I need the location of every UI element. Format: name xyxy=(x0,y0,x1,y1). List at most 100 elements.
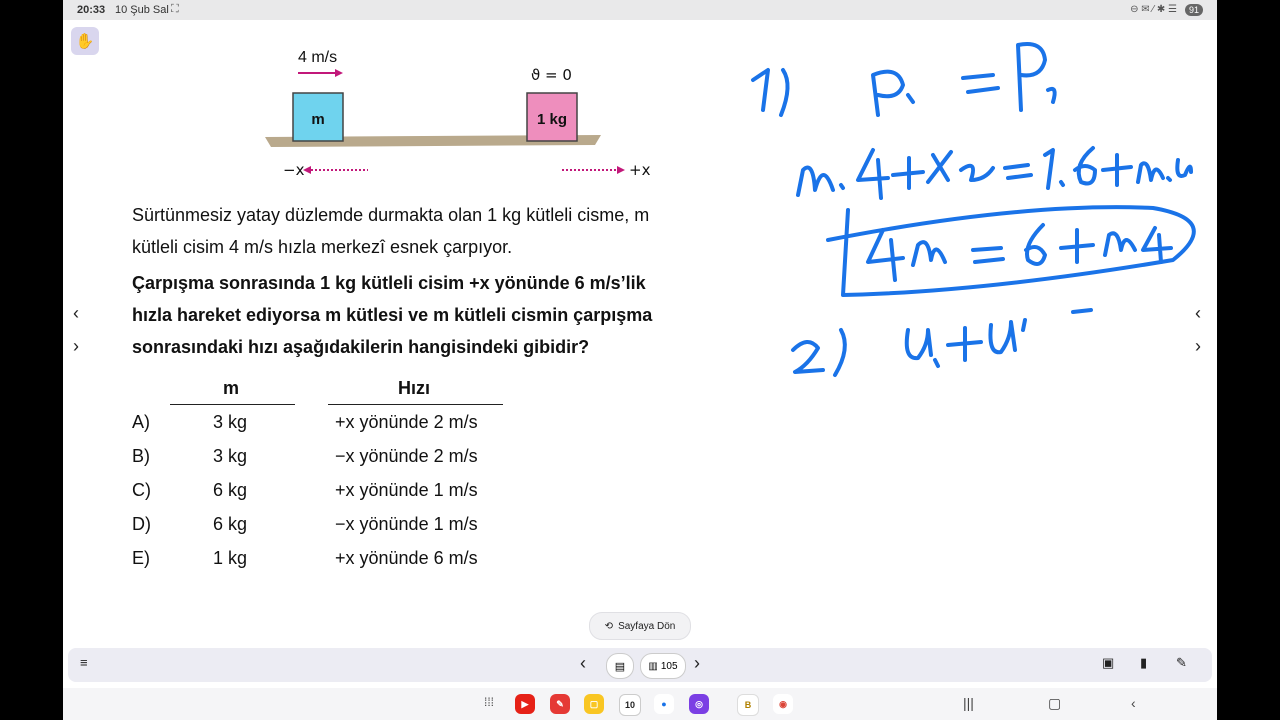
document-icon[interactable]: ▤ xyxy=(606,653,634,679)
block-m-label: m xyxy=(311,111,324,128)
ink-stroke xyxy=(871,69,905,117)
col-header-m: m xyxy=(223,378,240,398)
recents-icon[interactable]: ||| xyxy=(963,695,974,711)
next-left-arrow[interactable]: › xyxy=(73,336,79,357)
back-to-page-button[interactable]: ⟲ Sayfaya Dön xyxy=(589,612,691,640)
answer-option-e[interactable]: E) 1 kg +x yönünde 6 m/s xyxy=(132,548,582,578)
option-mass: 1 kg xyxy=(213,548,248,568)
ink-stroke xyxy=(1175,158,1193,178)
option-label: D) xyxy=(132,514,151,534)
ink-stroke xyxy=(1003,163,1033,180)
prev-page-button[interactable]: ‹ xyxy=(580,653,586,674)
ink-stroke xyxy=(1016,42,1047,112)
ink-stroke xyxy=(926,150,953,184)
prev-left-arrow[interactable]: ‹ xyxy=(73,303,79,324)
ink-stroke xyxy=(1101,153,1133,187)
page-number-button[interactable]: ▥ 105 xyxy=(640,653,686,679)
home-icon[interactable]: ▢ xyxy=(1048,695,1061,712)
book-app-icon[interactable]: B xyxy=(737,694,759,716)
answer-option-c[interactable]: C) 6 kg +x yönünde 1 m/s xyxy=(132,480,582,510)
calendar-icon[interactable]: 10 xyxy=(619,694,641,716)
block-1kg-label: 1 kg xyxy=(537,111,567,128)
question-line-bold: sonrasındaki hızı aşağıdakilerin hangisi… xyxy=(132,337,590,357)
ink-stroke xyxy=(971,246,1005,264)
ink-stroke xyxy=(891,156,925,190)
ink-stroke xyxy=(1103,231,1137,257)
ink-stroke xyxy=(966,86,1000,94)
ink-stroke xyxy=(1136,161,1165,184)
history-icon: ⟲ xyxy=(604,620,614,632)
back-icon[interactable]: ‹ xyxy=(1131,695,1136,711)
ink-stroke xyxy=(796,165,835,197)
hand-tool-button[interactable]: ✋ xyxy=(71,27,99,55)
question-text: Sürtünmesiz yatay düzlemde durmakta olan… xyxy=(132,199,732,363)
option-speed: −x yönünde 1 m/s xyxy=(335,514,478,534)
ink-stroke xyxy=(856,148,890,200)
ink-stroke xyxy=(961,73,995,80)
option-speed: +x yönünde 6 m/s xyxy=(335,548,478,568)
hand-icon: ✋ xyxy=(75,33,95,50)
answer-option-b[interactable]: B) 3 kg −x yönünde 2 m/s xyxy=(132,446,582,476)
ink-stroke xyxy=(779,68,790,117)
answer-option-d[interactable]: D) 6 kg −x yönünde 1 m/s xyxy=(132,514,582,544)
pos-x-label: +x xyxy=(629,161,651,179)
bottom-toolbar: ≡ ‹ ▤ ▥ 105 › ▣ ▮ ✎ xyxy=(68,648,1212,682)
option-mass: 3 kg xyxy=(213,412,248,432)
fullscreen-icon[interactable]: ⛶ xyxy=(171,3,179,16)
answer-option-a[interactable]: A) 3 kg +x yönünde 2 m/s xyxy=(132,412,582,442)
ink-stroke xyxy=(1046,86,1057,104)
ink-stroke xyxy=(751,68,770,112)
velocity-1kg-label: ϑ = 0 xyxy=(531,66,572,84)
notes-app-icon[interactable]: ✎ xyxy=(550,694,570,714)
option-mass: 6 kg xyxy=(213,514,248,534)
velocity-m-label: 4 m/s xyxy=(298,49,337,66)
question-line-bold: hızla hareket ediyorsa m kütlesi ve m kü… xyxy=(132,305,653,325)
status-icons: ⊖ ✉ ⁄ ✱ ☰ xyxy=(1130,4,1177,15)
youtube-icon[interactable]: ▶ xyxy=(515,694,535,714)
option-label: E) xyxy=(132,548,150,568)
ink-stroke xyxy=(833,328,847,377)
velocity-arrowhead xyxy=(335,69,343,77)
app-drawer-icon[interactable]: ⁞⁞⁞ xyxy=(484,695,494,709)
status-date: 10 Şub Sal xyxy=(115,4,169,16)
ink-stroke xyxy=(1071,308,1093,314)
ink-stroke xyxy=(988,320,1017,355)
next-page-button[interactable]: › xyxy=(694,653,700,674)
delete-icon[interactable]: ▮ xyxy=(1140,655,1147,671)
neg-x-label: −x xyxy=(283,161,305,179)
save-icon[interactable]: ▣ xyxy=(1102,655,1114,671)
header-rule xyxy=(170,404,295,405)
option-label: A) xyxy=(132,412,150,432)
messages-icon[interactable]: ● xyxy=(654,694,674,714)
ink-stroke xyxy=(906,93,915,104)
option-mass: 3 kg xyxy=(213,446,248,466)
page-number: 105 xyxy=(660,660,678,672)
ink-stroke xyxy=(946,326,983,362)
ink-stroke xyxy=(839,183,845,190)
ink-stroke xyxy=(904,328,933,361)
ink-stroke xyxy=(1059,180,1065,187)
status-bar: 20:33 10 Şub Sal ⛶ ⊖ ✉ ⁄ ✱ ☰ 91 xyxy=(63,0,1217,20)
menu-icon[interactable]: ≡ xyxy=(80,655,88,670)
ink-box xyxy=(826,205,1196,297)
battery-indicator: 91 xyxy=(1184,4,1203,16)
ink-stroke xyxy=(1043,148,1055,190)
browser-app-icon[interactable]: ◎ xyxy=(689,694,709,714)
pos-x-arrowhead xyxy=(617,166,625,174)
book-icon: ▥ xyxy=(648,660,658,672)
option-speed: +x yönünde 2 m/s xyxy=(335,412,478,432)
taskbar: ⁞⁞⁞ ▶ ✎ ▢ 10 ● ◎ B ◉ ||| ▢ ‹ xyxy=(63,688,1217,720)
option-mass: 6 kg xyxy=(213,480,248,500)
calendar-day: 10 xyxy=(624,700,635,710)
edit-icon[interactable]: ✎ xyxy=(1176,655,1187,671)
question-line: kütleli cisim 4 m/s hızla merkezî esnek … xyxy=(132,237,513,257)
question-line-bold: Çarpışma sonrasında 1 kg kütleli cisim +… xyxy=(132,273,646,293)
header-rule xyxy=(328,404,503,405)
ink-stroke xyxy=(1024,223,1047,266)
option-label: B) xyxy=(132,446,150,466)
ink-stroke xyxy=(1059,228,1095,264)
memo-app-icon[interactable]: ▢ xyxy=(584,694,604,714)
chrome-icon[interactable]: ◉ xyxy=(773,694,793,714)
tablet-screen: 20:33 10 Şub Sal ⛶ ⊖ ✉ ⁄ ✱ ☰ 91 ✋ ‹ › ‹ … xyxy=(63,0,1217,720)
ink-stroke xyxy=(791,340,825,374)
